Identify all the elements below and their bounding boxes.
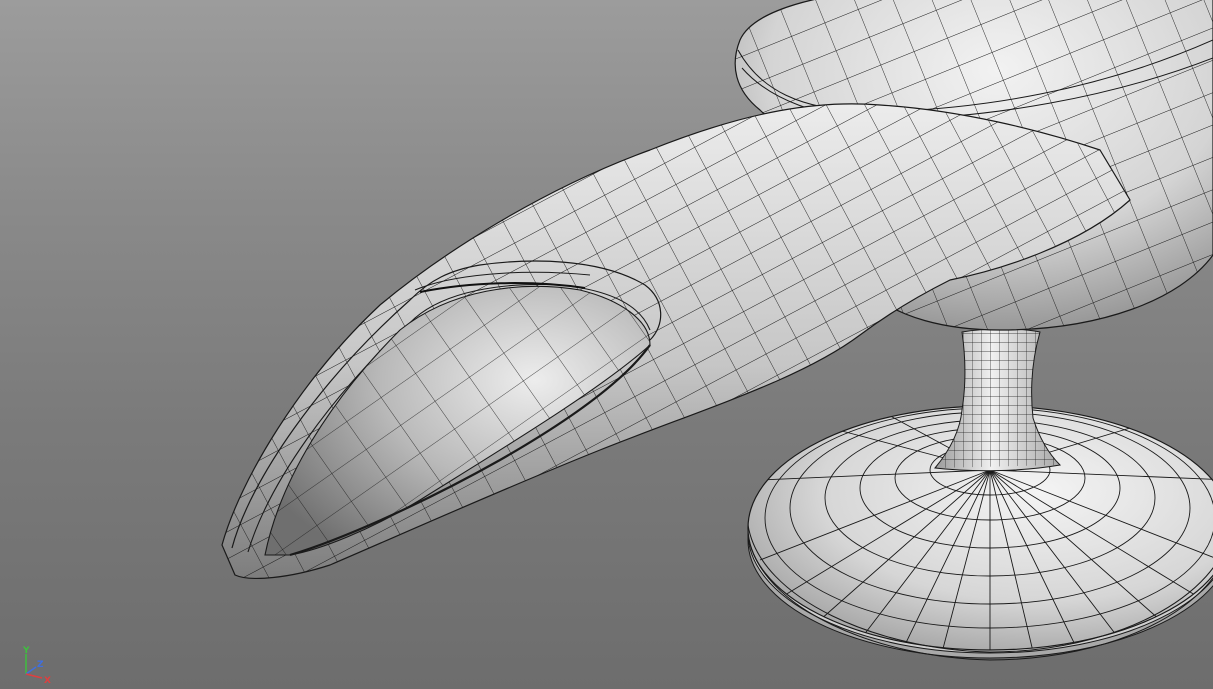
axis-gizmo: Y Z X xyxy=(14,644,58,686)
3d-viewport[interactable]: Y Z X xyxy=(0,0,1213,689)
axis-z-label: Z xyxy=(37,660,44,670)
axis-gizmo-icon: Y Z X xyxy=(22,646,51,686)
stem xyxy=(934,328,1062,472)
axis-x-label: X xyxy=(44,676,51,686)
wireframe-model xyxy=(221,0,1213,661)
axis-y-label: Y xyxy=(22,646,30,656)
